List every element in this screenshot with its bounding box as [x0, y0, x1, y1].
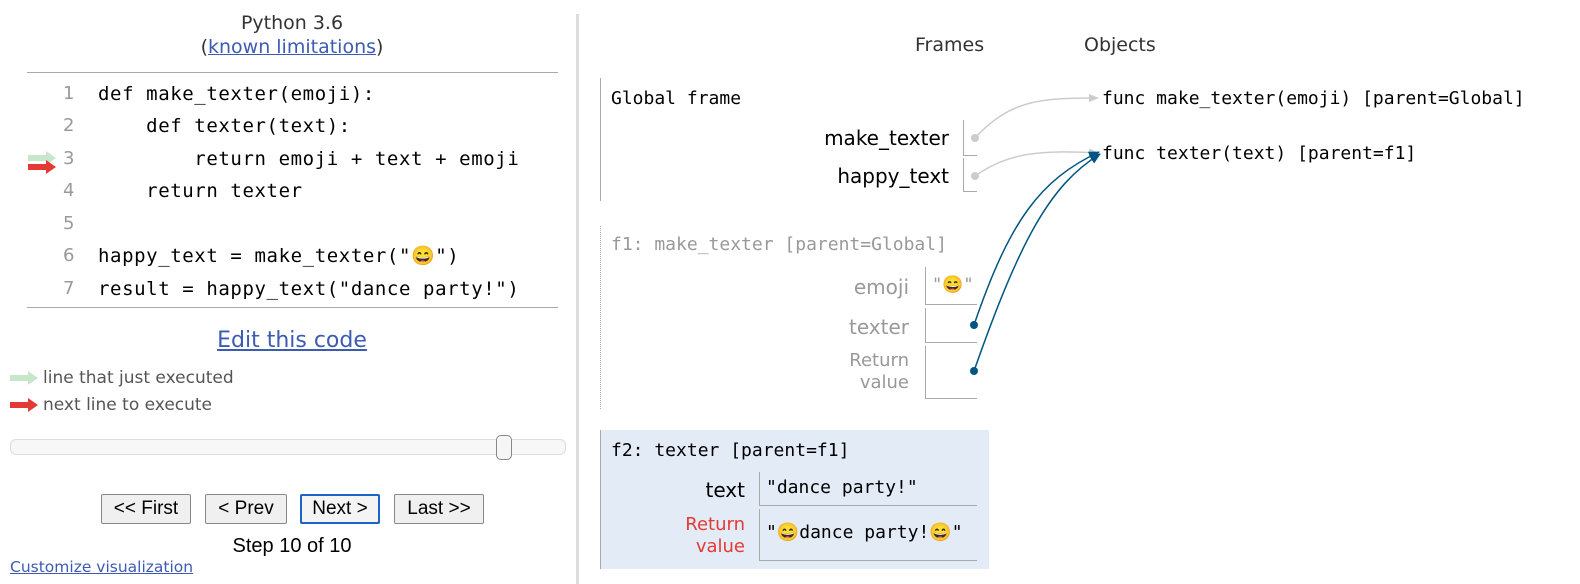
- green-arrow-icon: [10, 371, 38, 385]
- pointer-dot-f1-return: [970, 367, 978, 375]
- code-line: 1 def make_texter(emoji):: [27, 78, 558, 110]
- objects-header: Objects: [1084, 34, 1156, 56]
- return-label-line2: value: [859, 372, 909, 393]
- var-value-emoji: "😄": [932, 275, 974, 295]
- code-line: 2 def texter(text):: [27, 110, 558, 142]
- line-number: 4: [62, 180, 75, 201]
- var-name-happy-text: happy_text: [837, 164, 949, 188]
- edit-code-row: Edit this code: [0, 328, 584, 353]
- code-line: 4 return texter: [27, 175, 558, 207]
- return-label-line1: Return: [849, 350, 909, 371]
- panel-divider[interactable]: [576, 14, 579, 584]
- red-arrow-icon: [10, 398, 38, 412]
- var-cell-text: "dance party!": [759, 472, 977, 506]
- var-name-f2-return: Return value: [685, 514, 745, 558]
- frame-f2-title: f2: texter [parent=f1]: [611, 440, 850, 461]
- var-cell-f2-return: "😄dance party!😄": [759, 509, 977, 561]
- paren-close: ): [376, 36, 384, 58]
- var-name-emoji: emoji: [853, 275, 909, 299]
- object-func-make-texter: func make_texter(emoji) [parent=Global]: [1102, 88, 1525, 109]
- arrow-f1-return: [973, 153, 1101, 372]
- code-line-current: 3 return emoji + text + emoji: [27, 143, 558, 175]
- line-source: return texter: [98, 180, 303, 202]
- paren-open: (: [200, 36, 208, 58]
- var-value-text: "dance party!": [766, 477, 918, 498]
- line-number: 5: [62, 213, 75, 234]
- code-panel: Python 3.6 (known limitations) 1 def make…: [0, 0, 578, 584]
- return-label-line2: value: [695, 536, 745, 557]
- var-name-texter: texter: [849, 315, 909, 339]
- step-slider-track[interactable]: [10, 439, 566, 455]
- line-number: 2: [62, 115, 75, 136]
- line-number: 7: [62, 278, 75, 299]
- limitations-line: (known limitations): [0, 35, 584, 59]
- line-source: return emoji + text + emoji: [98, 148, 520, 170]
- line-source: happy_text = make_texter("😄"): [98, 245, 460, 267]
- known-limitations-link[interactable]: known limitations: [208, 36, 376, 58]
- frame-f1-title: f1: make_texter [parent=Global]: [611, 234, 947, 255]
- pointer-dot-make-texter: [971, 134, 979, 142]
- code-listing: 1 def make_texter(emoji): 2 def texter(te…: [27, 72, 558, 308]
- arrow-make-texter: [974, 94, 1099, 139]
- language-label: Python 3.6: [240, 12, 344, 34]
- step-slider-thumb[interactable]: [496, 435, 512, 460]
- line-number: 1: [62, 83, 75, 104]
- var-name-make-texter: make_texter: [824, 126, 949, 150]
- arrow-texter: [973, 151, 1100, 326]
- var-name-text: text: [705, 478, 745, 502]
- edit-code-link[interactable]: Edit this code: [217, 328, 367, 353]
- line-source: def make_texter(emoji):: [98, 83, 375, 105]
- var-name-f1-return: Return value: [849, 350, 909, 394]
- line-source: def texter(text):: [98, 115, 351, 137]
- legend-next-line-text: next line to execute: [43, 395, 213, 415]
- frame-f1: f1: make_texter [parent=Global] emoji "😄…: [600, 226, 981, 409]
- code-line: 6 happy_text = make_texter("😄"): [27, 240, 558, 272]
- step-counter: Step 10 of 10: [232, 535, 352, 557]
- last-button[interactable]: Last >>: [394, 494, 484, 524]
- object-func-texter: func texter(text) [parent=f1]: [1102, 143, 1417, 164]
- line-number: 6: [62, 245, 75, 266]
- prev-button[interactable]: < Prev: [205, 494, 287, 524]
- line-source: result = happy_text("dance party!"): [98, 278, 520, 300]
- pointer-dot-happy-text: [971, 172, 979, 180]
- code-line: 5: [27, 208, 558, 240]
- first-button[interactable]: << First: [101, 494, 191, 524]
- pointer-dot-texter: [970, 321, 978, 329]
- global-frame: Global frame make_texter happy_text: [600, 78, 981, 201]
- next-button[interactable]: Next >: [300, 494, 380, 524]
- return-label-line1: Return: [685, 514, 745, 535]
- customize-visualization-link[interactable]: Customize visualization: [10, 558, 193, 576]
- code-line: 7 result = happy_text("dance party!"): [27, 273, 558, 305]
- var-cell-emoji: "😄": [925, 267, 977, 305]
- frames-header: Frames: [915, 34, 985, 56]
- legend-just-executed-text: line that just executed: [43, 368, 234, 388]
- var-cell-f1-return: [925, 346, 977, 399]
- frame-f2-active: f2: texter [parent=f1] text "dance party…: [600, 430, 989, 569]
- arrow-happy-text: [974, 148, 1099, 177]
- var-value-f2-return: "😄dance party!😄": [766, 522, 963, 543]
- global-frame-title: Global frame: [611, 88, 742, 109]
- next-line-arrow-icon: [28, 160, 56, 174]
